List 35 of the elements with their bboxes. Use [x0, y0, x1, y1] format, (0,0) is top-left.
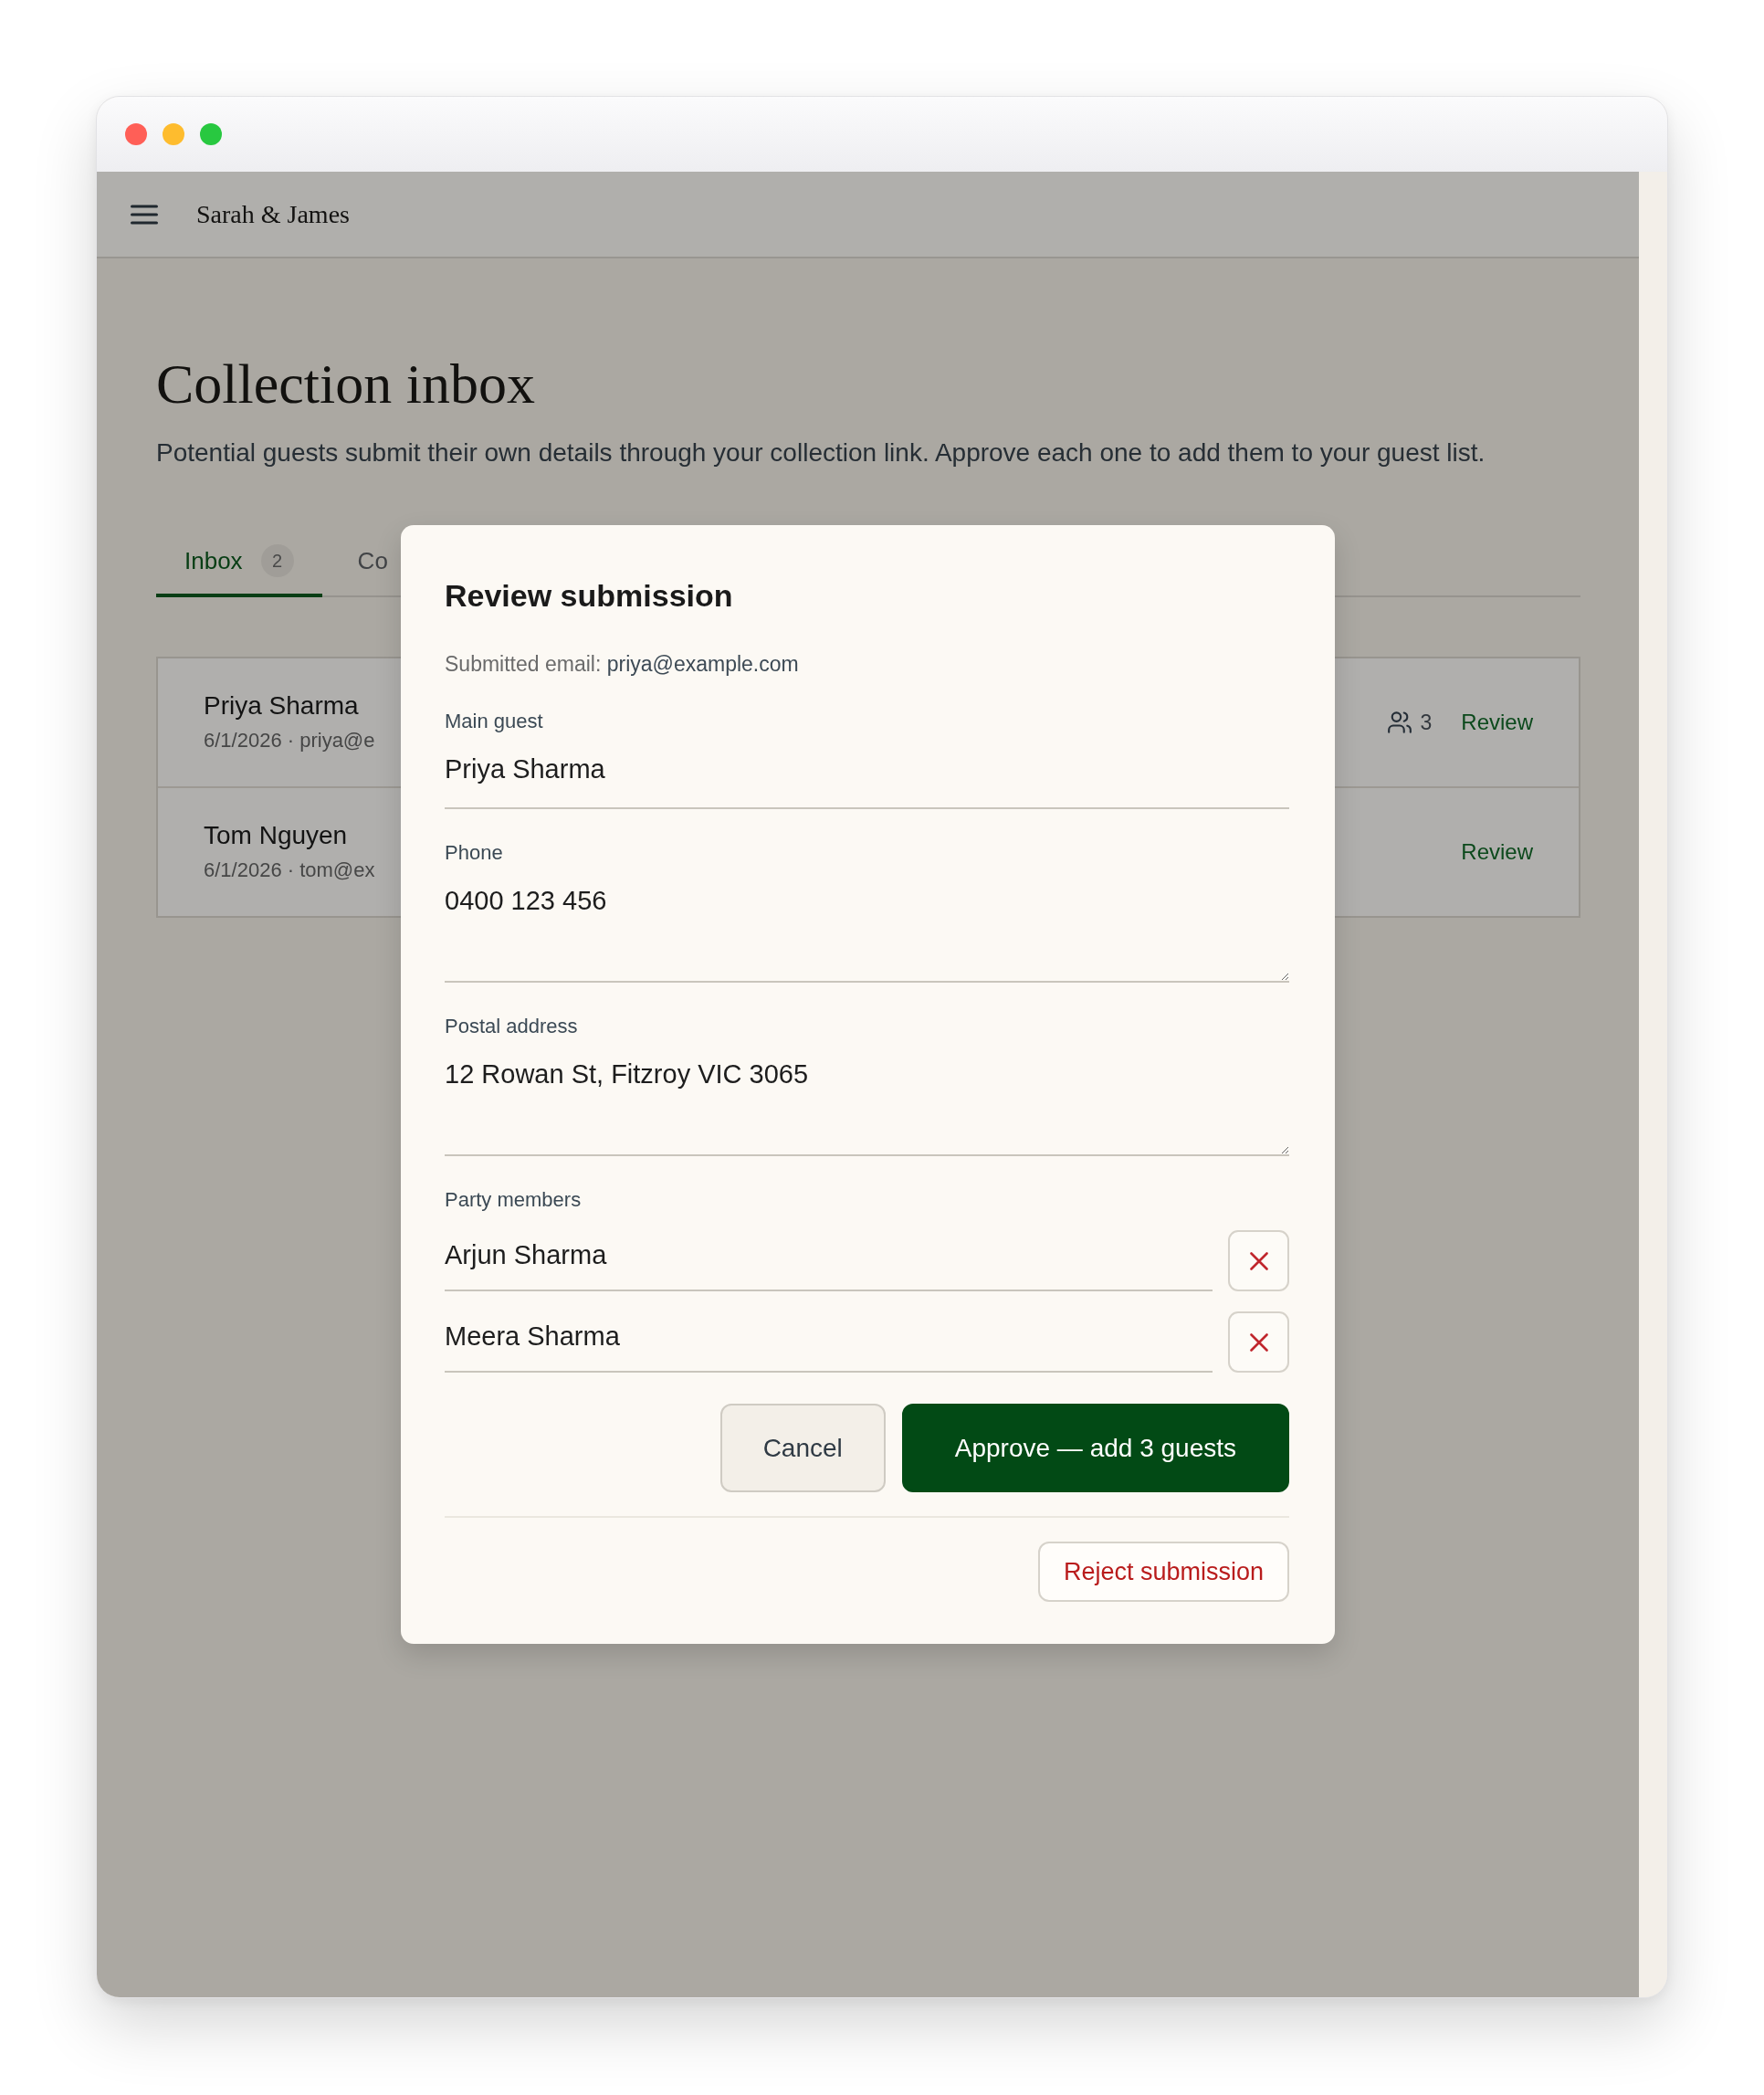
- submission-meta: 6/1/2026 · priya@e: [204, 728, 375, 753]
- field-label: Postal address: [445, 1014, 579, 1039]
- menu-icon[interactable]: [131, 203, 158, 226]
- review-link[interactable]: Review: [1461, 710, 1533, 735]
- submitted-email-label: Submitted email:: [445, 652, 602, 676]
- remove-member-button[interactable]: [1228, 1230, 1289, 1291]
- remove-member-button[interactable]: [1228, 1311, 1289, 1373]
- tab[interactable]: Co: [329, 526, 416, 597]
- submission-meta: 6/1/2026 · tom@ex: [204, 858, 375, 883]
- textarea-field[interactable]: 12 Rowan St, Fitzroy VIC 3065: [445, 1048, 1289, 1156]
- party-size: 3: [1420, 710, 1433, 735]
- text-field[interactable]: Meera Sharma: [445, 1311, 1213, 1373]
- field-label: Main guest: [445, 709, 544, 734]
- approve-button[interactable]: Approve — add 3 guests: [901, 1404, 1289, 1492]
- field-label: Phone: [445, 840, 504, 866]
- close-icon: [1249, 1332, 1268, 1352]
- people-icon: [1387, 711, 1412, 733]
- brand-name: Sarah & James: [196, 199, 350, 229]
- guest-name: Priya Sharma: [204, 690, 360, 721]
- count-badge: 2: [260, 544, 294, 577]
- close-icon: [1249, 1251, 1268, 1270]
- cancel-button[interactable]: Cancel: [719, 1404, 886, 1492]
- tab[interactable]: Inbox 2: [156, 526, 322, 597]
- page-description: Potential guests submit their own details through your collection link. Approve each one to add them to your guest list.: [156, 437, 1486, 468]
- review-link[interactable]: Review: [1461, 839, 1533, 865]
- reject-button[interactable]: Reject submission: [1037, 1542, 1289, 1602]
- text-field[interactable]: Priya Sharma: [445, 743, 1289, 809]
- text-field[interactable]: Arjun Sharma: [445, 1230, 1213, 1291]
- page-title: Collection inbox: [156, 352, 537, 416]
- dialog-title: Review submission: [445, 577, 734, 615]
- close-window-button[interactable]: [125, 123, 147, 145]
- textarea-field[interactable]: 0400 123 456: [445, 875, 1289, 983]
- guest-name: Tom Nguyen: [204, 820, 349, 851]
- submitted-email-value: priya@example.com: [606, 652, 799, 676]
- field-label: Party members: [445, 1187, 583, 1213]
